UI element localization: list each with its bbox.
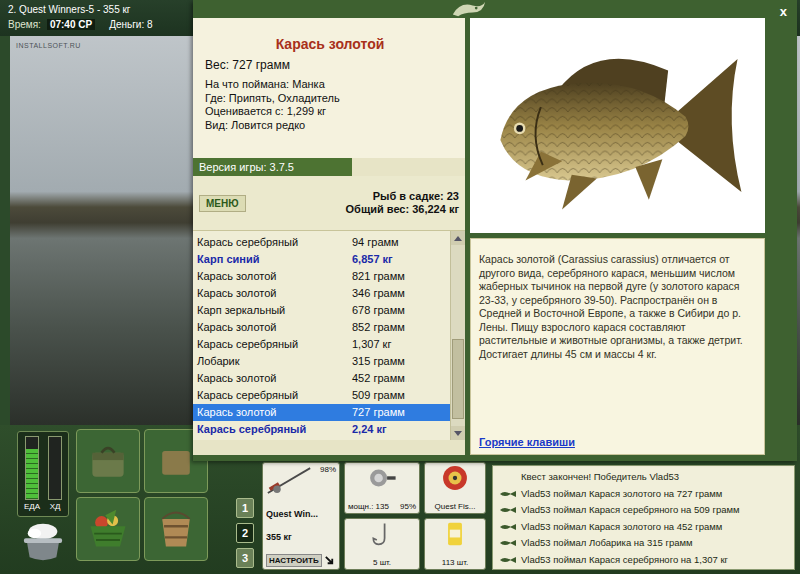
fish-logo-icon — [449, 0, 489, 18]
money-value: Деньги: 8 — [109, 19, 152, 30]
log-entry: Vlad53 поймал Карася золотого на 727 гра… — [499, 486, 788, 503]
bait-pack-icon — [438, 521, 472, 547]
rod-icon — [266, 465, 312, 497]
meter: ХД — [48, 436, 62, 512]
inventory — [76, 425, 208, 574]
time-value: 07:40 СР — [47, 19, 95, 30]
tackle-panel: 98% Quest Win... 355 кг НАСТРОИТЬ мощн.: 135… — [262, 462, 486, 574]
log-entry: Vlad53 поймал Карася золотого на 452 гра… — [499, 519, 788, 536]
hook-slot[interactable]: 5 шт. — [344, 518, 420, 570]
keepnet-stat: Общий вес: 36,224 кг — [346, 203, 459, 216]
rod-condition: 98% — [320, 465, 336, 474]
fish-icon — [499, 556, 517, 564]
menu-button[interactable]: МЕНЮ — [199, 195, 246, 212]
keepnet-stat: Рыб в садке: 23 — [346, 190, 459, 203]
catch-row[interactable]: Лобарик315 грамм — [193, 353, 450, 370]
pot-icon[interactable] — [19, 521, 67, 563]
bait-slot[interactable]: 113 шт. — [424, 518, 486, 570]
meter: ЕДА — [24, 436, 40, 512]
catch-row[interactable]: Карась золотой346 грамм — [193, 285, 450, 302]
fish-info-dialog: x Карась золотой Вес: 727 грамм На что пойм… — [193, 0, 797, 461]
fish-icon — [499, 506, 517, 514]
fish-weight: Вес: 727 грамм — [205, 58, 455, 72]
log-entry: Vlad53 поймал Карася серебряного на 509 … — [499, 502, 788, 519]
catch-row[interactable]: Карп синий6,857 кг — [193, 251, 450, 268]
catch-row[interactable]: Карась золотой852 грамм — [193, 319, 450, 336]
fish-icon — [499, 523, 517, 531]
inventory-slot[interactable] — [144, 497, 208, 561]
catch-row[interactable]: Карась золотой727 грамм — [193, 404, 450, 421]
status-panel: ЕДА ХД — [14, 425, 72, 574]
fish-detail: Вид: Ловится редко — [205, 119, 455, 133]
catch-row[interactable]: Карась серебряный94 грамм — [193, 234, 450, 251]
rod-name: Quest Win... — [266, 509, 336, 519]
catch-row[interactable]: Карась золотой821 грамм — [193, 268, 450, 285]
fish-icon — [499, 490, 517, 498]
reel-condition: 95% — [400, 502, 416, 511]
catch-list: Карась серебряный94 граммКарп синий6,857… — [193, 230, 465, 440]
reel-icon — [365, 465, 399, 491]
reel-slot[interactable]: мощн.: 135 95% — [344, 462, 420, 514]
log-entry: Vlad53 поймал Карася серебряного на 1,30… — [499, 552, 788, 569]
close-button[interactable]: x — [778, 4, 789, 20]
meter-track — [48, 436, 62, 500]
scroll-down-button[interactable] — [451, 426, 465, 440]
meter-label: ЕДА — [24, 502, 40, 512]
spool-icon — [438, 465, 472, 491]
fish-icon — [499, 539, 517, 547]
rod-weight: 355 кг — [266, 532, 336, 542]
bag-icon — [85, 438, 131, 484]
watermark: INSTALLSOFT.RU — [16, 42, 81, 49]
catch-row[interactable]: Карась золотой452 грамм — [193, 370, 450, 387]
inventory-slot[interactable] — [76, 497, 140, 561]
scrollbar[interactable] — [450, 231, 465, 440]
version-label: Версия игры: 3.7.5 — [193, 158, 352, 176]
setup-button[interactable]: НАСТРОИТЬ — [266, 554, 322, 567]
time-label: Время: — [8, 19, 41, 30]
slot-button[interactable]: 2 — [236, 523, 254, 543]
inventory-slot[interactable] — [76, 429, 140, 493]
basket-icon — [85, 506, 131, 552]
bait-count: 113 шт. — [442, 558, 468, 567]
scroll-up-button[interactable] — [451, 231, 465, 245]
meter-label: ХД — [50, 502, 61, 512]
game-screen: 2. Quest Winners-5 - 355 кгВремя:07:40 С… — [0, 0, 800, 574]
fish-detail: Где: Припять, Охладитель — [205, 92, 455, 106]
crucian-carp-icon — [483, 33, 753, 218]
meter-fill — [26, 449, 38, 499]
catch-row[interactable]: Карп зеркальный678 грамм — [193, 302, 450, 319]
fish-description: Карась золотой (Carassius carassius) отл… — [470, 238, 765, 455]
meter-track — [25, 436, 39, 500]
event-log: Квест закончен! Победитель Vlad53Vlad53 … — [492, 465, 795, 570]
log-entry: Квест закончен! Победитель Vlad53 — [499, 469, 788, 486]
fish-name: Карась золотой — [205, 36, 455, 53]
catch-row[interactable]: Карась серебряный2,24 кг — [193, 421, 450, 438]
catch-row[interactable]: Карась серебряный509 грамм — [193, 387, 450, 404]
fish-info: Карась золотой Вес: 727 грамм На что пойма… — [193, 18, 465, 158]
hook-count: 5 шт. — [373, 558, 391, 567]
line-name: Quest Fis... — [435, 502, 476, 511]
fish-detail: Оценивается с: 1,299 кг — [205, 105, 455, 119]
hotkeys-link[interactable]: Горячие клавиши — [479, 436, 756, 448]
hook-icon — [365, 521, 399, 547]
slot-button[interactable]: 3 — [236, 548, 254, 568]
catch-row[interactable]: Карась серебряный1,307 кг — [193, 336, 450, 353]
reel-power: мощн.: 135 — [348, 502, 389, 511]
bucket-icon — [153, 506, 199, 552]
slot-button[interactable]: 1 — [236, 498, 254, 518]
fish-picture — [470, 18, 765, 233]
fish-detail: На что поймана: Манка — [205, 78, 455, 92]
rod-slot[interactable]: 98% Quest Win... 355 кг НАСТРОИТЬ — [262, 462, 340, 570]
line-slot[interactable]: Quest Fis... — [424, 462, 486, 514]
scroll-thumb[interactable] — [452, 339, 464, 419]
arrow-icon[interactable] — [324, 555, 335, 566]
log-entry: Vlad53 поймал Лобарика на 315 грамм — [499, 535, 788, 552]
